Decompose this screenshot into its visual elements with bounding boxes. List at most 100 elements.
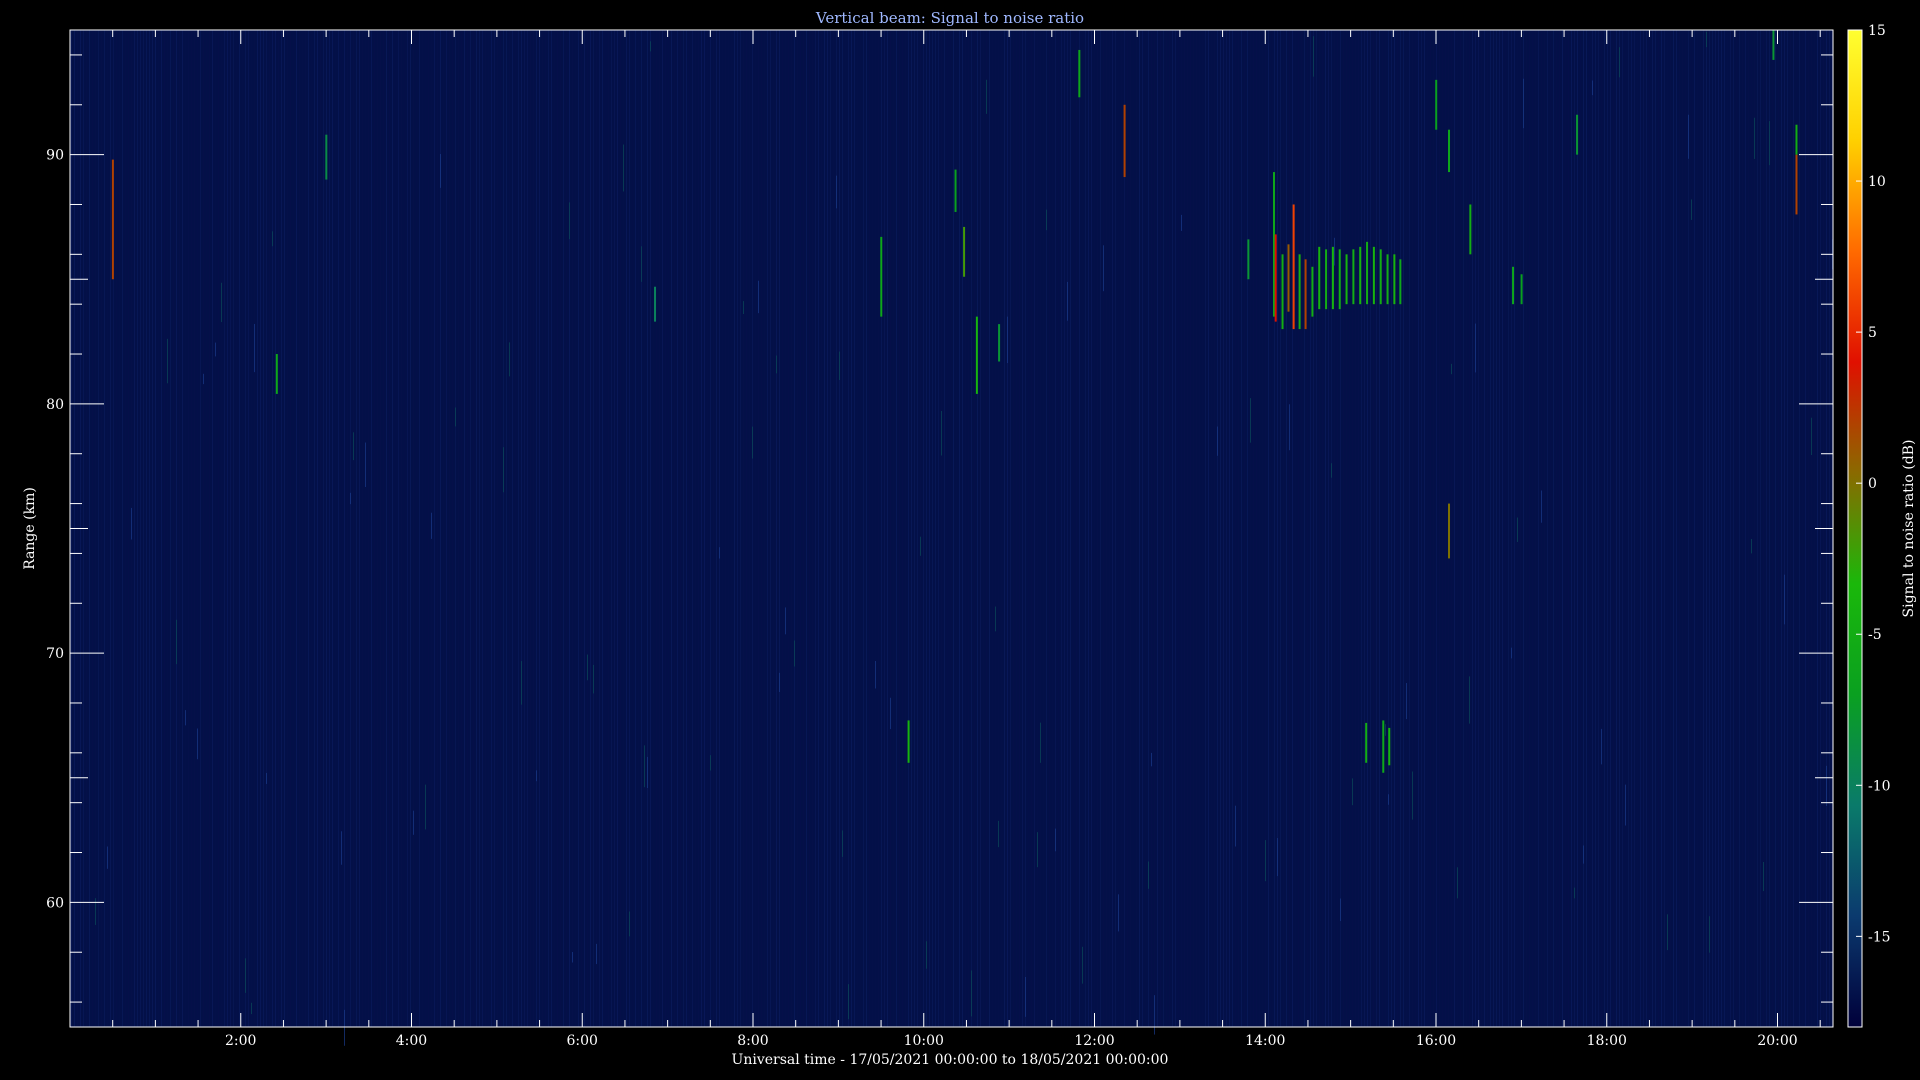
noise-fleck (926, 941, 927, 969)
noise-fleck (431, 512, 432, 539)
noise-column (854, 30, 855, 1027)
noise-column (1373, 30, 1374, 1027)
noise-column (1331, 30, 1332, 1027)
noise-column (1466, 30, 1467, 1027)
noise-column (839, 30, 840, 1027)
noise-column (161, 30, 162, 1027)
noise-fleck (776, 355, 777, 374)
noise-column (914, 30, 915, 1027)
echo-mark (111, 159, 114, 280)
noise-column (497, 30, 498, 1027)
noise-column (278, 30, 279, 1027)
noise-column (848, 30, 849, 1027)
noise-column (851, 30, 852, 1027)
noise-column (692, 30, 693, 1027)
noise-column (1379, 30, 1380, 1027)
noise-column (746, 30, 747, 1027)
noise-column (1652, 30, 1653, 1027)
noise-column (338, 30, 339, 1027)
noise-column (1481, 30, 1482, 1027)
x-tick-label: 16:00 (1416, 1033, 1456, 1049)
noise-column (1454, 30, 1455, 1027)
noise-column (1313, 30, 1314, 1027)
noise-column (1289, 30, 1290, 1027)
noise-column (821, 30, 822, 1027)
noise-column (218, 30, 219, 1027)
noise-column (1124, 30, 1125, 1027)
noise-column (1442, 30, 1443, 1027)
noise-column (707, 30, 708, 1027)
noise-column (1322, 30, 1323, 1027)
noise-fleck (1007, 316, 1008, 364)
noise-column (677, 30, 678, 1027)
noise-fleck (758, 280, 759, 314)
noise-column (1562, 30, 1563, 1027)
noise-column (1589, 30, 1590, 1027)
noise-fleck (1046, 209, 1047, 231)
noise-column (1799, 30, 1800, 1027)
echo-mark (1469, 204, 1472, 255)
y-axis-label: Range (km) (22, 487, 38, 570)
noise-column (983, 30, 984, 1027)
noise-column (176, 30, 177, 1027)
noise-column (335, 30, 336, 1027)
noise-column (365, 30, 366, 1027)
noise-column (1001, 30, 1002, 1027)
colorbar-tick-label: -5 (1868, 627, 1882, 643)
noise-column (614, 30, 615, 1027)
noise-column (1178, 30, 1179, 1027)
noise-column (1082, 30, 1083, 1027)
noise-column (383, 30, 384, 1027)
noise-column (1202, 30, 1203, 1027)
noise-column (158, 30, 159, 1027)
noise-column (230, 30, 231, 1027)
noise-column (620, 30, 621, 1027)
noise-column (824, 30, 825, 1027)
noise-column (1205, 30, 1206, 1027)
x-tick-label: 14:00 (1245, 1033, 1285, 1049)
noise-column (563, 30, 564, 1027)
x-tick-label: 8:00 (737, 1033, 768, 1049)
noise-column (1643, 30, 1644, 1027)
noise-column (197, 30, 198, 1027)
noise-column (1397, 30, 1398, 1027)
noise-column (1691, 30, 1692, 1027)
noise-fleck (794, 640, 795, 667)
noise-column (944, 30, 945, 1027)
noise-column (722, 30, 723, 1027)
noise-column (1730, 30, 1731, 1027)
noise-fleck (593, 664, 594, 694)
noise-column (1073, 30, 1074, 1027)
noise-column (728, 30, 729, 1027)
noise-column (1400, 30, 1401, 1027)
noise-column (1160, 30, 1161, 1027)
echo-mark (1281, 254, 1284, 330)
noise-column (1778, 30, 1779, 1027)
echo-mark (325, 134, 328, 180)
noise-column (590, 30, 591, 1027)
noise-column (116, 30, 117, 1027)
chart-title: Vertical beam: Signal to noise ratio (815, 9, 1084, 27)
echo-mark (1325, 249, 1328, 310)
noise-column (1451, 30, 1452, 1027)
noise-column (890, 30, 891, 1027)
noise-column (1070, 30, 1071, 1027)
noise-column (1712, 30, 1713, 1027)
noise-column (200, 30, 201, 1027)
colorbar-tick-label: 10 (1868, 174, 1886, 190)
echo-mark (1345, 254, 1348, 305)
noise-column (545, 30, 546, 1027)
noise-column (1091, 30, 1092, 1027)
noise-column (902, 30, 903, 1027)
noise-column (1244, 30, 1245, 1027)
noise-column (653, 30, 654, 1027)
noise-column (1298, 30, 1299, 1027)
noise-column (293, 30, 294, 1027)
noise-column (845, 30, 846, 1027)
noise-column (698, 30, 699, 1027)
noise-column (668, 30, 669, 1027)
noise-column (1166, 30, 1167, 1027)
noise-column (581, 30, 582, 1027)
noise-fleck (1574, 887, 1575, 899)
noise-column (479, 30, 480, 1027)
